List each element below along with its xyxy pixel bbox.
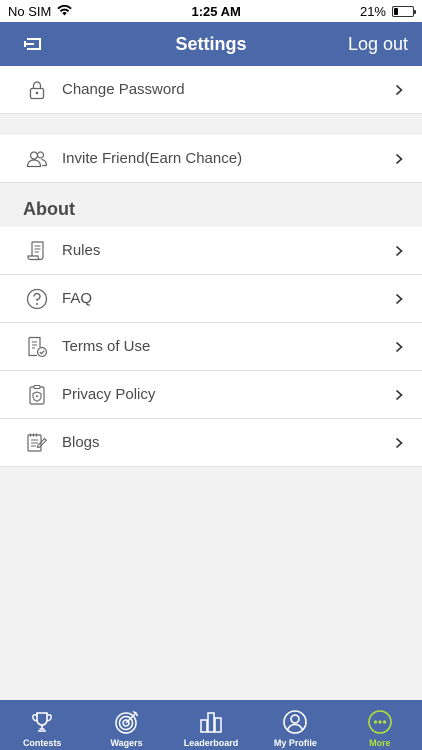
- terms-of-use-row[interactable]: Terms of Use: [0, 323, 422, 371]
- users-icon: [26, 148, 48, 170]
- tab-more[interactable]: More: [338, 700, 422, 750]
- tab-contests[interactable]: Contests: [0, 700, 84, 750]
- question-circle-icon: [26, 288, 48, 310]
- bar-chart-icon: [197, 708, 225, 736]
- scroll-icon: [26, 240, 48, 262]
- about-section-header: About: [0, 183, 422, 227]
- logout-button[interactable]: Log out: [348, 34, 408, 55]
- privacy-policy-label: Privacy Policy: [62, 386, 156, 403]
- chevron-right-icon: [394, 83, 404, 97]
- blogs-label: Blogs: [62, 434, 100, 451]
- rules-row[interactable]: Rules: [0, 227, 422, 275]
- terms-of-use-label: Terms of Use: [62, 338, 151, 355]
- invite-friend-label: Invite Friend(Earn Chance): [62, 150, 243, 167]
- more-dots-icon: [366, 708, 394, 736]
- chevron-right-icon: [394, 244, 404, 258]
- status-left: No SIM: [8, 3, 73, 19]
- chevron-right-icon: [394, 340, 404, 354]
- lock-icon: [26, 79, 48, 101]
- status-right: 21%: [359, 3, 416, 19]
- trophy-icon: [28, 708, 56, 736]
- rules-label: Rules: [62, 242, 101, 259]
- exit-icon[interactable]: [24, 34, 44, 54]
- tab-wagers[interactable]: Wagers: [84, 700, 168, 750]
- tab-more-label: More: [369, 738, 391, 748]
- settings-list: Change Password Invite Friend(Earn Chanc…: [0, 66, 422, 467]
- tab-wagers-label: Wagers: [110, 738, 143, 748]
- notes-pen-icon: [26, 432, 48, 454]
- shield-clipboard-icon: [26, 384, 48, 406]
- tab-bar: Contests Wagers Leaderboard My Profile M…: [0, 700, 422, 750]
- invite-friend-row[interactable]: Invite Friend(Earn Chance): [0, 135, 422, 183]
- battery-percent: 21%: [359, 3, 386, 19]
- change-password-row[interactable]: Change Password: [0, 66, 422, 114]
- tab-leaderboard[interactable]: Leaderboard: [169, 700, 253, 750]
- carrier-label: No SIM: [8, 3, 52, 19]
- tab-my-profile[interactable]: My Profile: [253, 700, 337, 750]
- blogs-row[interactable]: Blogs: [0, 419, 422, 467]
- wifi-icon: [57, 4, 73, 19]
- status-bar: No SIM 1:25 AM 21%: [0, 0, 422, 22]
- battery-icon: [392, 5, 416, 17]
- tab-my-profile-label: My Profile: [273, 738, 317, 748]
- tab-leaderboard-label: Leaderboard: [183, 738, 239, 748]
- privacy-policy-row[interactable]: Privacy Policy: [0, 371, 422, 419]
- clock: 1:25 AM: [191, 3, 241, 19]
- chevron-right-icon: [394, 152, 404, 166]
- faq-label: FAQ: [62, 290, 93, 307]
- change-password-label: Change Password: [62, 81, 185, 98]
- chevron-right-icon: [394, 436, 404, 450]
- tab-contests-label: Contests: [22, 738, 62, 748]
- document-check-icon: [26, 336, 48, 358]
- chevron-right-icon: [394, 292, 404, 306]
- nav-bar: Settings Log out: [0, 22, 422, 66]
- faq-row[interactable]: FAQ: [0, 275, 422, 323]
- target-icon: [113, 708, 141, 736]
- chevron-right-icon: [394, 388, 404, 402]
- section-gap: [0, 114, 422, 135]
- user-circle-icon: [281, 708, 309, 736]
